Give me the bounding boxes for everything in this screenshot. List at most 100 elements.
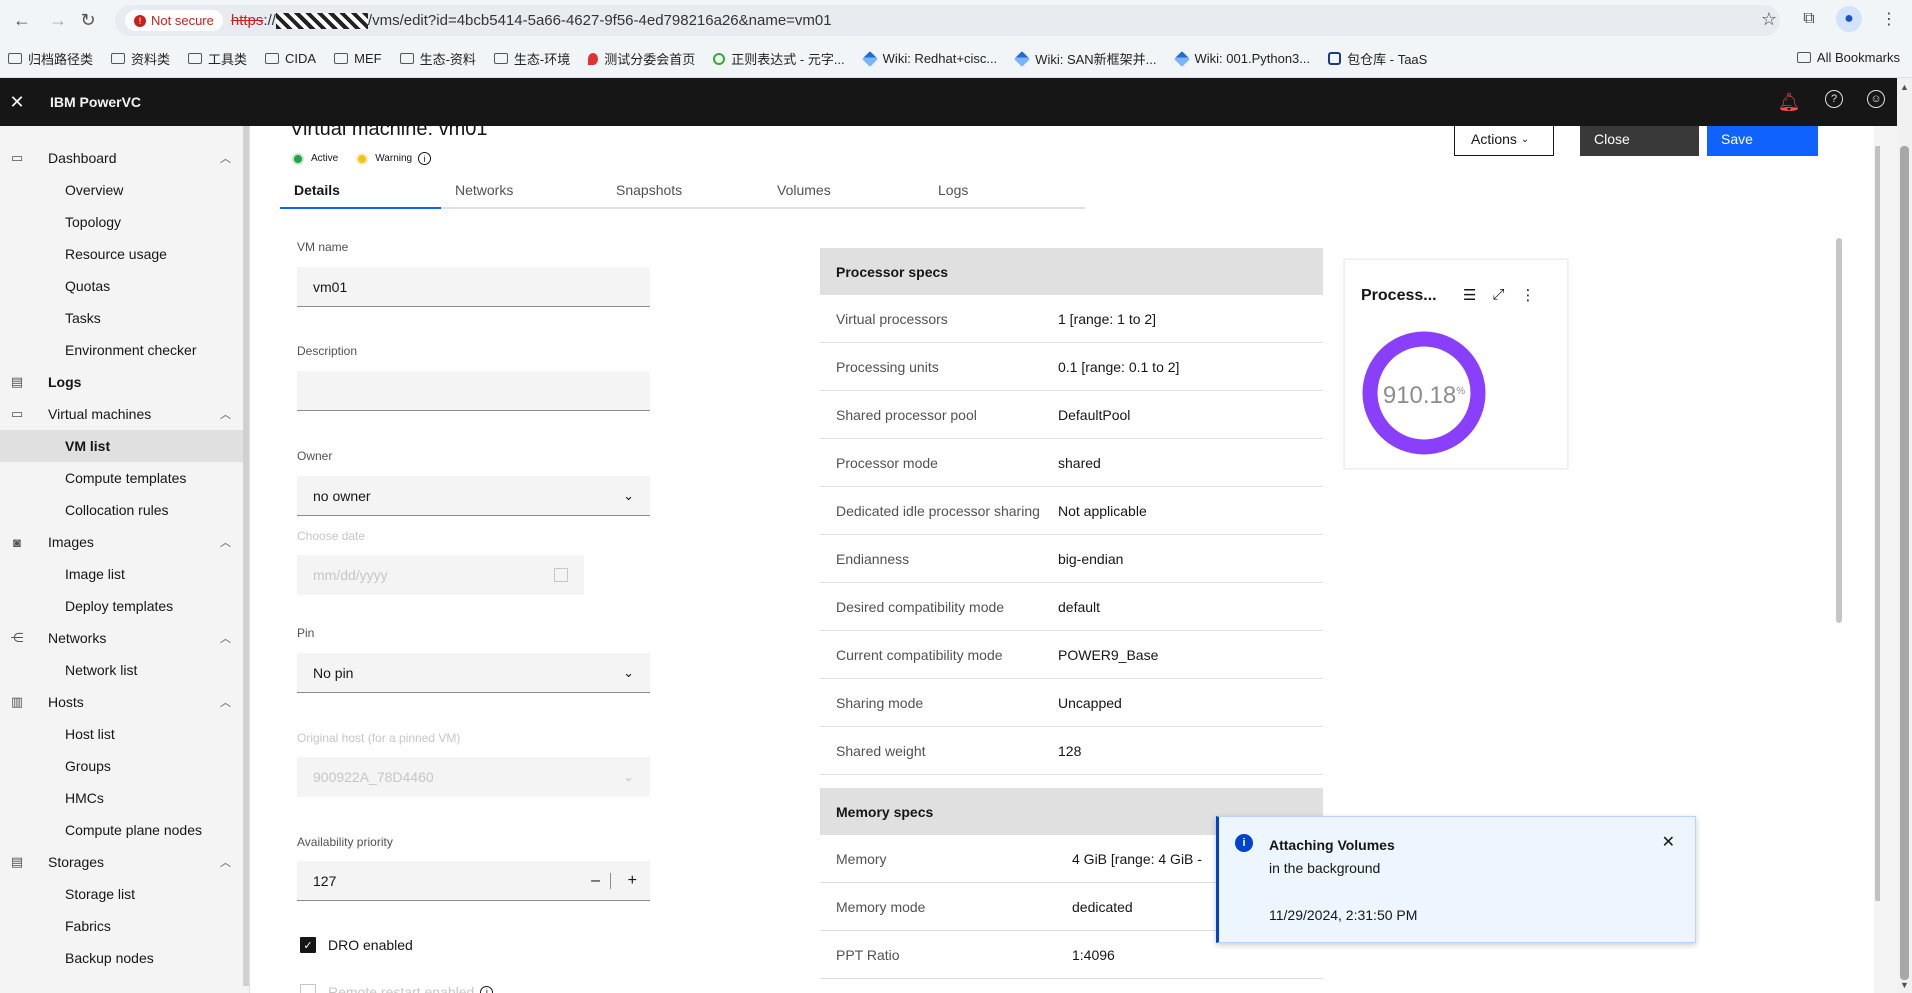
bookmark-label: 工具类 xyxy=(208,52,248,67)
sidebar-item-topology[interactable]: Topology xyxy=(0,206,249,238)
bookmark-item[interactable]: 归档路径类 xyxy=(8,49,93,68)
dro-enabled-checkbox-row[interactable]: ✓ DRO enabled xyxy=(300,937,413,953)
bookmark-item[interactable]: 生态-资料 xyxy=(399,49,476,68)
close-icon[interactable]: ✕ xyxy=(1662,832,1675,852)
sidebar-section-logs[interactable]: ▤ Logs xyxy=(0,366,249,398)
spec-value: Not applicable xyxy=(1058,502,1147,519)
content-scrollbar-thumb[interactable] xyxy=(1836,238,1842,623)
all-bookmarks[interactable]: All Bookmarks xyxy=(1796,50,1900,65)
sidebar-item-compute-plane-nodes[interactable]: Compute plane nodes xyxy=(0,814,249,846)
sidebar-item-overview[interactable]: Overview xyxy=(0,174,249,206)
sidebar-item-quotas[interactable]: Quotas xyxy=(0,270,249,302)
sidebar-section-networks[interactable]: ⋲ Networks ︿ xyxy=(0,622,249,654)
scroll-down-icon[interactable]: ▼ xyxy=(1900,980,1909,990)
vm-name-input[interactable]: vm01 xyxy=(297,267,650,307)
status-active-label: Active xyxy=(311,153,339,164)
pin-value: No pin xyxy=(313,664,354,681)
sidebar-item-hmcs[interactable]: HMCs xyxy=(0,782,249,814)
bookmark-item[interactable]: 包仓库 - TaaS xyxy=(1328,49,1427,68)
scroll-up-icon[interactable]: ▲ xyxy=(1900,82,1909,92)
info-icon[interactable]: i xyxy=(480,985,494,993)
warning-status-icon xyxy=(356,152,369,165)
table-row: Current compatibility mode POWER9_Base xyxy=(820,631,1323,679)
monitor-icon: ▭ xyxy=(10,150,24,165)
bookmark-item[interactable]: 正则表达式 - 元字... xyxy=(713,49,845,68)
sidebar-item-collocation-rules[interactable]: Collocation rules xyxy=(0,494,249,526)
calendar-icon[interactable] xyxy=(554,568,568,582)
bookmark-item[interactable]: 工具类 xyxy=(188,49,247,68)
increment-button[interactable]: + xyxy=(628,872,637,890)
sidebar-item-storage-list[interactable]: Storage list xyxy=(0,878,249,910)
decrement-button[interactable]: – xyxy=(591,872,600,890)
sidebar-section-storages[interactable]: ▤ Storages ︿ xyxy=(0,846,249,878)
actions-button[interactable]: Actions ⌄ xyxy=(1454,126,1554,156)
tab-networks[interactable]: Networks xyxy=(441,174,602,209)
reload-icon[interactable]: ↻ xyxy=(72,4,104,36)
notification-bell-icon[interactable]: 🔔︎ xyxy=(1777,90,1801,114)
expand-icon[interactable]: ⤢ xyxy=(1492,286,1504,304)
bookmark-item[interactable]: 测试分委会首页 xyxy=(588,49,695,68)
description-input[interactable] xyxy=(297,371,650,411)
bookmark-item[interactable]: CIDA xyxy=(265,51,316,66)
tab-logs[interactable]: Logs xyxy=(924,174,1085,209)
tab-snapshots[interactable]: Snapshots xyxy=(602,174,763,209)
tab-bar: Details Networks Snapshots Volumes Logs xyxy=(280,174,1085,209)
main-scroll-thumb[interactable] xyxy=(1875,146,1880,901)
overflow-menu-icon[interactable]: ⋮ xyxy=(1520,286,1535,304)
sidebar-section-images[interactable]: ◙ Images ︿ xyxy=(0,526,249,558)
bookmark-item[interactable]: Wiki: SAN新框架并... xyxy=(1014,49,1157,68)
sidebar-item-fabrics[interactable]: Fabrics xyxy=(0,910,249,942)
user-account-icon[interactable]: ☺ xyxy=(1867,90,1885,108)
back-icon[interactable]: ← xyxy=(6,4,38,36)
status-row: Active Warning i xyxy=(292,152,432,165)
sidebar-item-network-list[interactable]: Network list xyxy=(0,654,249,686)
monitor-icon: ▭ xyxy=(10,406,24,421)
sidebar-item-compute-templates[interactable]: Compute templates xyxy=(0,462,249,494)
window-scroll-thumb[interactable] xyxy=(1900,146,1909,980)
sidebar-scrollbar[interactable] xyxy=(243,126,249,993)
bookmark-item[interactable]: 资料类 xyxy=(111,49,170,68)
bookmark-item[interactable]: Wiki: 001.Python3... xyxy=(1173,50,1310,67)
help-icon[interactable]: ? xyxy=(1825,90,1843,108)
checkmark-icon[interactable]: ✓ xyxy=(300,937,316,953)
bookmark-item[interactable]: 生态-环境 xyxy=(493,49,570,68)
sidebar-section-dashboard[interactable]: ▭ Dashboard ︿ xyxy=(0,142,249,174)
availability-priority-label: Availability priority xyxy=(297,835,393,849)
sidebar-item-vm-list[interactable]: VM list xyxy=(0,430,249,462)
not-secure-badge[interactable]: ! Not secure xyxy=(125,10,223,31)
sidebar-item-backup-nodes[interactable]: Backup nodes xyxy=(0,942,249,974)
spec-value: DefaultPool xyxy=(1058,406,1131,423)
pin-select[interactable]: No pin ⌄ xyxy=(297,653,650,693)
forward-icon[interactable]: → xyxy=(42,4,74,36)
bookmark-item[interactable]: MEF xyxy=(334,51,382,66)
sidebar-section-hosts[interactable]: ▥ Hosts ︿ xyxy=(0,686,249,718)
save-button[interactable]: Save xyxy=(1707,126,1818,156)
close-menu-icon[interactable]: ✕ xyxy=(0,92,34,113)
sidebar-item-tasks[interactable]: Tasks xyxy=(0,302,249,334)
bookmark-item[interactable]: Wiki: Redhat+cisc... xyxy=(861,50,998,67)
tab-details[interactable]: Details xyxy=(280,174,441,209)
sidebar-item-deploy-templates[interactable]: Deploy templates xyxy=(0,590,249,622)
bookmark-label: 资料类 xyxy=(131,52,171,67)
availability-priority-stepper[interactable]: 127 – + xyxy=(297,861,650,901)
profile-icon[interactable]: ● xyxy=(1836,6,1862,32)
sidebar-item-host-list[interactable]: Host list xyxy=(0,718,249,750)
address-bar[interactable]: ! Not secure https:// /vms/edit?id=4bcb54… xyxy=(115,5,1780,36)
extensions-icon[interactable]: ⧉ xyxy=(1796,6,1822,32)
info-icon[interactable]: i xyxy=(418,152,432,165)
close-button[interactable]: Close xyxy=(1580,126,1699,156)
spec-value: 0.1 [range: 0.1 to 2] xyxy=(1058,358,1180,375)
browser-menu-icon[interactable]: ⋮ xyxy=(1876,6,1902,32)
sidebar-item-image-list[interactable]: Image list xyxy=(0,558,249,590)
sidebar-section-virtual-machines[interactable]: ▭ Virtual machines ︿ xyxy=(0,398,249,430)
tab-volumes[interactable]: Volumes xyxy=(763,174,924,209)
sidebar-item-environment-checker[interactable]: Environment checker xyxy=(0,334,249,366)
date-picker-input[interactable]: mm/dd/yyyy xyxy=(297,555,584,595)
bookmark-star-icon[interactable]: ☆ xyxy=(1761,9,1777,30)
sidebar-scroll-thumb[interactable] xyxy=(243,126,249,986)
sidebar-item-groups[interactable]: Groups xyxy=(0,750,249,782)
list-view-icon[interactable]: ☰ xyxy=(1463,286,1476,304)
sidebar-item-resource-usage[interactable]: Resource usage xyxy=(0,238,249,270)
owner-select[interactable]: no owner ⌄ xyxy=(297,476,650,516)
bookmark-label: Wiki: Redhat+cisc... xyxy=(882,51,998,66)
